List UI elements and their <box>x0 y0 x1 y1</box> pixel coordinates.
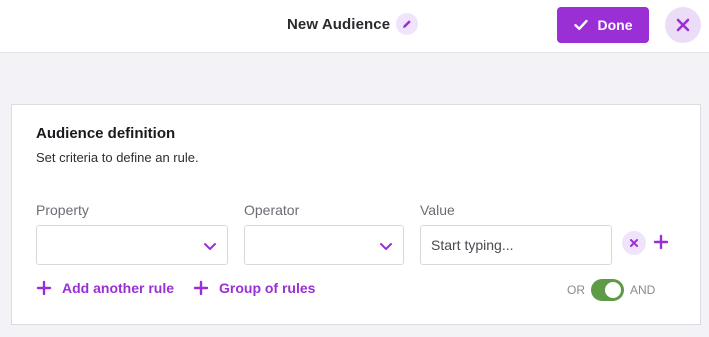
value-input[interactable] <box>420 225 612 265</box>
operator-label: Operator <box>244 202 300 218</box>
audience-definition-card: Audience definition Set criteria to defi… <box>11 104 701 325</box>
card-title: Audience definition <box>36 125 176 142</box>
page-title: New Audience <box>287 15 391 33</box>
edit-title-button[interactable] <box>396 13 419 35</box>
and-or-toggle[interactable] <box>591 279 624 301</box>
and-label: AND <box>630 283 656 297</box>
plus-icon <box>193 280 209 296</box>
or-label: OR <box>567 283 585 297</box>
toggle-knob <box>605 282 621 298</box>
card-subtitle: Set criteria to define an rule. <box>36 150 199 165</box>
check-icon <box>573 19 588 30</box>
property-label: Property <box>36 202 89 218</box>
done-button[interactable]: Done <box>557 7 649 43</box>
title-group: New Audience <box>287 13 419 35</box>
close-icon <box>676 18 690 32</box>
remove-rule-icon <box>630 239 638 247</box>
operator-select[interactable] <box>244 225 404 265</box>
chevron-down-icon <box>380 243 392 250</box>
chevron-down-icon <box>204 243 216 250</box>
close-button[interactable] <box>665 7 701 43</box>
top-bar: New Audience Done <box>0 0 709 53</box>
done-label: Done <box>597 17 633 33</box>
value-label: Value <box>420 202 455 218</box>
plus-icon <box>36 280 52 296</box>
add-another-rule-button[interactable]: Add another rule <box>36 280 174 296</box>
add-condition-icon[interactable] <box>653 234 669 250</box>
group-of-rules-button[interactable]: Group of rules <box>193 280 315 296</box>
logic-toggle-group: OR AND <box>567 279 655 301</box>
group-of-rules-label: Group of rules <box>219 280 316 296</box>
pencil-icon <box>403 20 411 28</box>
add-another-rule-label: Add another rule <box>62 280 175 296</box>
remove-rule-button[interactable] <box>622 231 646 255</box>
property-select[interactable] <box>36 225 228 265</box>
